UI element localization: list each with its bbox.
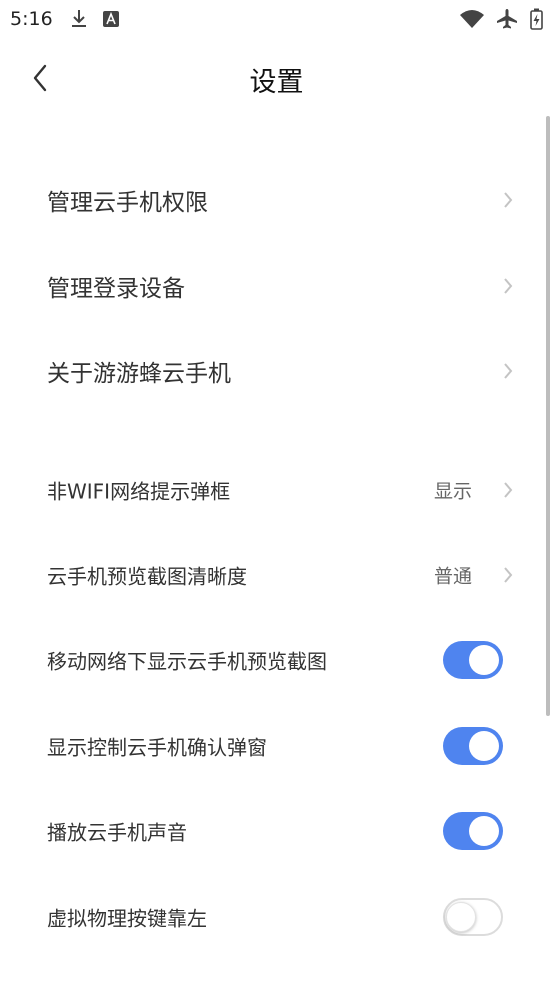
- setting-value: 普通: [433, 565, 472, 588]
- menu-item-cloud-phone-permissions[interactable]: 管理云手机权限: [0, 160, 553, 240]
- toggle-switch[interactable]: [443, 898, 503, 936]
- setting-confirm-dialog: 显示控制云手机确认弹窗: [0, 706, 553, 786]
- status-right-icons: [460, 8, 543, 30]
- menu-item-label: 管理登录设备: [47, 276, 185, 302]
- toggle-knob: [469, 816, 499, 846]
- nav-bar: 设置: [0, 40, 553, 116]
- download-icon: [72, 10, 86, 27]
- setting-play-sound: 播放云手机声音: [0, 791, 553, 871]
- chevron-right-icon: [504, 482, 513, 498]
- setting-label: 显示控制云手机确认弹窗: [47, 735, 267, 760]
- toggle-knob: [469, 731, 499, 761]
- status-bar: 5:16: [0, 0, 553, 38]
- toggle-knob: [469, 645, 499, 675]
- setting-mobile-preview: 移动网络下显示云手机预览截图: [0, 620, 553, 700]
- menu-item-about[interactable]: 关于游游蜂云手机: [0, 331, 553, 411]
- setting-value: 显示: [433, 480, 472, 503]
- status-time: 5:16: [10, 8, 53, 30]
- wifi-icon: [460, 10, 484, 28]
- text-a-icon: [103, 11, 119, 27]
- battery-charging-icon: [530, 8, 543, 30]
- chevron-right-icon: [504, 363, 513, 379]
- toggle-switch[interactable]: [443, 727, 503, 765]
- setting-label: 播放云手机声音: [47, 820, 187, 845]
- menu-item-label: 关于游游蜂云手机: [47, 361, 231, 387]
- toggle-knob: [446, 902, 476, 932]
- chevron-right-icon: [504, 192, 513, 208]
- airplane-icon: [497, 9, 517, 29]
- chevron-right-icon: [504, 567, 513, 583]
- status-left-icons: [70, 9, 120, 29]
- setting-label: 云手机预览截图清晰度: [47, 564, 247, 589]
- menu-item-login-devices[interactable]: 管理登录设备: [0, 246, 553, 326]
- page-title: 设置: [249, 67, 304, 98]
- setting-label: 虚拟物理按键靠左: [47, 906, 207, 931]
- chevron-right-icon: [504, 278, 513, 294]
- setting-wifi-prompt[interactable]: 非WIFI网络提示弹框 显示: [0, 450, 553, 530]
- setting-preview-quality[interactable]: 云手机预览截图清晰度 普通: [0, 535, 553, 615]
- toggle-switch[interactable]: [443, 812, 503, 850]
- setting-label: 移动网络下显示云手机预览截图: [47, 649, 327, 674]
- menu-item-label: 管理云手机权限: [47, 190, 208, 216]
- setting-label: 非WIFI网络提示弹框: [47, 479, 231, 504]
- toggle-switch[interactable]: [443, 641, 503, 679]
- setting-virtual-keys-left: 虚拟物理按键靠左: [0, 877, 553, 957]
